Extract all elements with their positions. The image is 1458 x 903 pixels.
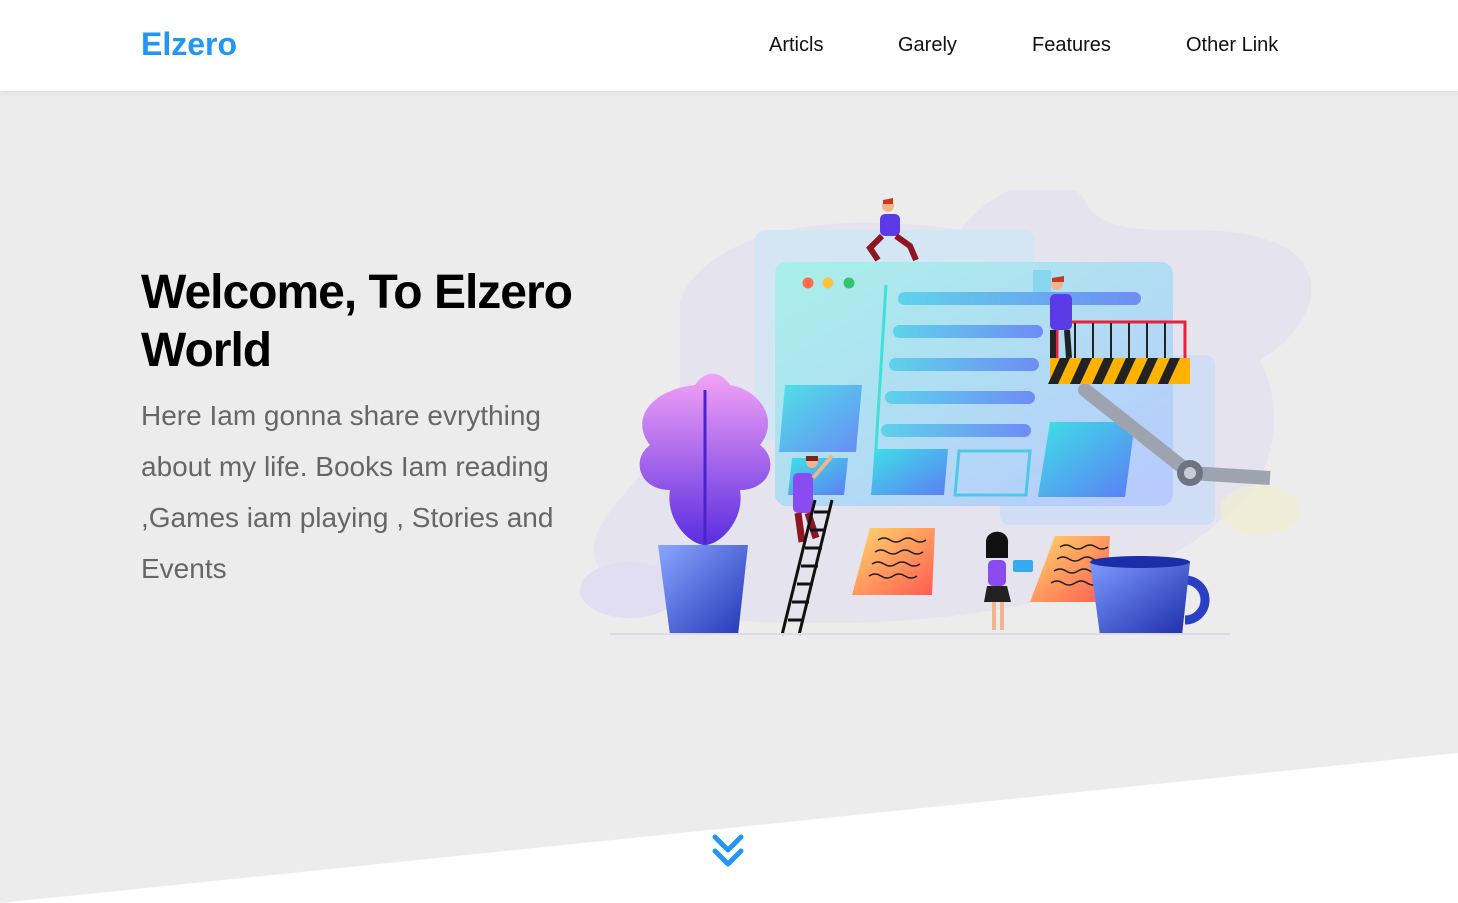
main-nav: Articls Garely Features Other Link xyxy=(0,0,1458,91)
hero-illustration xyxy=(580,190,1312,636)
nav-link-features[interactable]: Features xyxy=(1032,32,1111,58)
site-header: Elzero Articls Garely Features Other Lin… xyxy=(0,0,1458,91)
hero-title: Welcome, To Elzero World xyxy=(141,266,573,377)
nav-link-other-link[interactable]: Other Link xyxy=(1186,32,1278,58)
angles-down-icon xyxy=(712,834,744,867)
nav-link-articls[interactable]: Articls xyxy=(769,32,823,58)
hero-text: Here Iam gonna share evrything about my … xyxy=(141,400,554,584)
nav-link-garely[interactable]: Garely xyxy=(898,32,957,58)
scroll-down-link[interactable] xyxy=(708,832,748,872)
